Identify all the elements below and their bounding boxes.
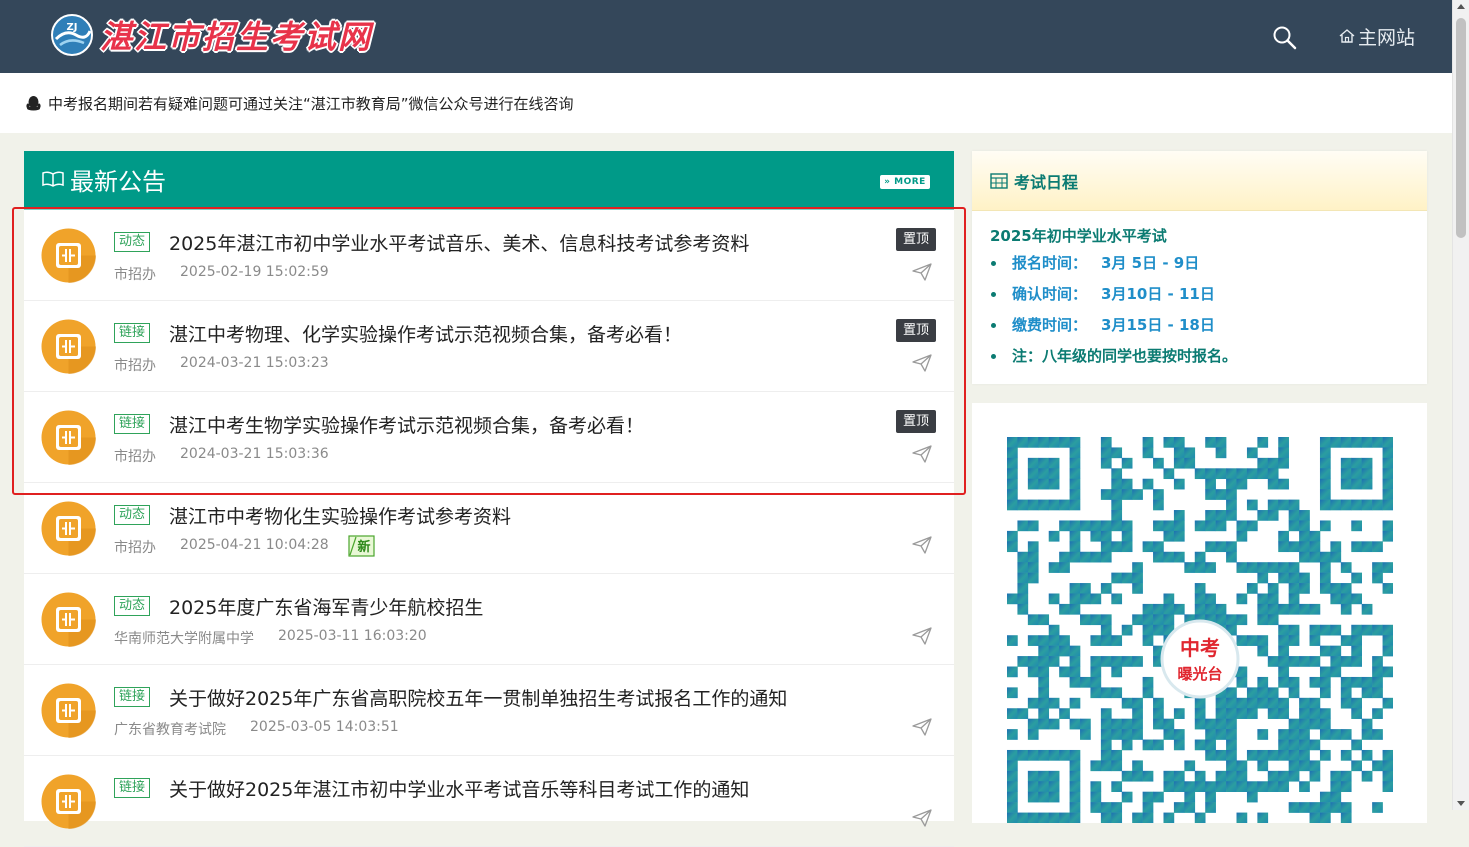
announcement-avatar-icon: [41, 774, 96, 829]
schedule-note-text: 注：八年级的同学也要按时报名。: [1012, 347, 1238, 365]
home-icon: [1339, 29, 1355, 43]
schedule-row: 报名时间： 3月 5日 - 9日: [990, 252, 1427, 283]
wechat-qr-code: 中考 曝光台: [1007, 437, 1393, 823]
new-badge-text: 新: [357, 539, 370, 555]
news-title-link[interactable]: 2025年度广东省海军青少年航校招生: [169, 593, 483, 620]
schedule-row: 确认时间： 3月10日 - 11日: [990, 283, 1427, 314]
news-source: 市招办: [114, 267, 156, 283]
news-date: 2025-03-05 14:03:51: [250, 719, 399, 735]
notice-text: 中考报名期间若有疑难问题可通过关注“湛江市教育局”微信公众号进行在线咨询: [48, 94, 574, 113]
news-item[interactable]: 链接 关于做好2025年广东省高职院校五年一贯制单独招生考试报名工作的通知广东省教…: [24, 665, 954, 756]
news-date: 2025-02-19 15:02:59: [180, 264, 329, 280]
news-header: 最新公告 » MORE: [24, 151, 954, 210]
site-logo[interactable]: ZJ 湛江市招生考试网: [50, 12, 372, 58]
news-title: 最新公告: [70, 167, 166, 196]
news-tag: 链接: [114, 778, 151, 798]
share-icon[interactable]: [912, 808, 932, 828]
news-tag: 链接: [114, 687, 151, 707]
share-icon[interactable]: [912, 626, 932, 646]
svg-text:ZJ: ZJ: [67, 22, 78, 33]
schedule-value: 3月 5日 - 9日: [1101, 254, 1200, 272]
schedule-row: 缴费时间： 3月15日 - 18日: [990, 314, 1427, 345]
qr-center-line2: 曝光台: [1177, 665, 1222, 683]
page-scrollbar[interactable]: [1452, 0, 1469, 810]
news-tag: 链接: [114, 414, 151, 434]
qr-center-line1: 中考: [1180, 636, 1220, 660]
exam-schedule-panel: 考试日程 2025年初中学业水平考试 报名时间： 3月 5日 - 9日 确认时间：…: [972, 151, 1427, 384]
news-source: 广东省教育考试院: [114, 722, 226, 738]
qq-penguin-icon: [26, 96, 41, 111]
news-item[interactable]: 动态 湛江市中考物化生实验操作考试参考资料 市招办 2025-04-21 10:04:…: [24, 483, 954, 574]
pinned-badge: 置顶: [895, 228, 936, 251]
news-tag: 动态: [114, 505, 151, 525]
latest-announcements-panel: 最新公告 » MORE 动态 2025年湛江市初中学业水平考试音乐、美术、信息科技…: [24, 151, 954, 847]
schedule-list: 报名时间： 3月 5日 - 9日 确认时间： 3月10日 - 11日 缴费时间： 3月…: [990, 252, 1427, 376]
news-date: 2024-03-21 15:03:23: [180, 355, 329, 371]
news-item[interactable]: 链接 湛江中考物理、化学实验操作考试示范视频合集，备考必看！ 市招办 2024-03-…: [24, 301, 954, 392]
share-icon[interactable]: [912, 262, 932, 282]
news-item[interactable]: 动态 2025年度广东省海军青少年航校招生华南师范大学附属中学 2025-03-11…: [24, 574, 954, 665]
announcement-avatar-icon: [41, 228, 96, 283]
exam-name: 2025年初中学业水平考试: [990, 227, 1167, 245]
news-source: 市招办: [114, 540, 156, 556]
share-icon[interactable]: [912, 717, 932, 737]
schedule-label: 确认时间：: [1012, 285, 1088, 303]
search-icon[interactable]: [1272, 25, 1298, 51]
schedule-note: 注：八年级的同学也要按时报名。: [990, 345, 1427, 376]
pinned-badge: 置顶: [895, 319, 936, 342]
news-title-link[interactable]: 湛江市中考物化生实验操作考试参考资料: [169, 502, 511, 529]
open-book-icon: [42, 171, 64, 187]
news-tag: 动态: [114, 596, 151, 616]
schedule-header: 考试日程: [972, 151, 1427, 211]
announcement-avatar-icon: [41, 410, 96, 465]
scroll-thumb[interactable]: [1456, 18, 1466, 238]
announcement-avatar-icon: [41, 319, 96, 374]
news-item[interactable]: 链接 关于做好2025年湛江市初中学业水平考试音乐等科目考试工作的通知: [24, 756, 954, 847]
news-title-link[interactable]: 关于做好2025年广东省高职院校五年一贯制单独招生考试报名工作的通知: [169, 684, 787, 711]
news-list: 动态 2025年湛江市初中学业水平考试音乐、美术、信息科技考试参考资料 市招办 202…: [24, 210, 954, 847]
share-icon[interactable]: [912, 353, 932, 373]
news-title-link[interactable]: 关于做好2025年湛江市初中学业水平考试音乐等科目考试工作的通知: [169, 775, 749, 802]
announcement-avatar-icon: [41, 683, 96, 738]
schedule-label: 缴费时间：: [1012, 316, 1088, 334]
news-tag: 动态: [114, 232, 151, 252]
share-icon[interactable]: [912, 444, 932, 464]
qr-code-panel: 中考 曝光台: [972, 403, 1427, 823]
schedule-value: 3月10日 - 11日: [1101, 285, 1215, 303]
news-item[interactable]: 链接 湛江中考生物学实验操作考试示范视频合集，备考必看！ 市招办 2024-03-21…: [24, 392, 954, 483]
schedule-body: 2025年初中学业水平考试 报名时间： 3月 5日 - 9日 确认时间： 3月10日…: [972, 211, 1427, 376]
news-item[interactable]: 动态 2025年湛江市初中学业水平考试音乐、美术、信息科技考试参考资料 市招办 202…: [24, 210, 954, 301]
scroll-down-arrow-icon[interactable]: [1457, 801, 1465, 806]
pinned-badge: 置顶: [895, 410, 936, 433]
schedule-value: 3月15日 - 18日: [1101, 316, 1215, 334]
calendar-icon: [990, 172, 1008, 189]
news-date: 2024-03-21 15:03:36: [180, 446, 329, 462]
news-title-link[interactable]: 湛江中考物理、化学实验操作考试示范视频合集，备考必看！: [169, 320, 682, 347]
news-title-link[interactable]: 湛江中考生物学实验操作考试示范视频合集，备考必看！: [169, 411, 644, 438]
main-site-label: 主网站: [1358, 26, 1416, 49]
share-icon[interactable]: [912, 535, 932, 555]
news-source: 市招办: [114, 358, 156, 374]
logo-text: 湛江市招生考试网: [100, 18, 373, 56]
news-date: 2025-03-11 16:03:20: [278, 628, 427, 644]
news-date: 2025-04-21 10:04:28: [180, 537, 329, 553]
schedule-label: 报名时间：: [1012, 254, 1088, 272]
schedule-title: 考试日程: [1014, 172, 1079, 192]
top-header: ZJ 湛江市招生考试网 主网站: [0, 0, 1452, 73]
main-site-link[interactable]: 主网站: [1338, 22, 1415, 50]
announcement-avatar-icon: [41, 592, 96, 647]
announcement-avatar-icon: [41, 501, 96, 556]
news-source: 华南师范大学附属中学: [114, 631, 254, 647]
news-source: 市招办: [114, 449, 156, 465]
new-badge-icon: 新: [348, 535, 375, 557]
news-tag: 链接: [114, 323, 151, 343]
scroll-up-arrow-icon[interactable]: [1457, 4, 1465, 9]
notice-bar: 中考报名期间若有疑难问题可通过关注“湛江市教育局”微信公众号进行在线咨询: [0, 73, 1452, 133]
logo-emblem-icon: ZJ: [51, 14, 93, 56]
news-title-link[interactable]: 2025年湛江市初中学业水平考试音乐、美术、信息科技考试参考资料: [169, 229, 749, 256]
more-button[interactable]: » MORE: [880, 175, 930, 189]
